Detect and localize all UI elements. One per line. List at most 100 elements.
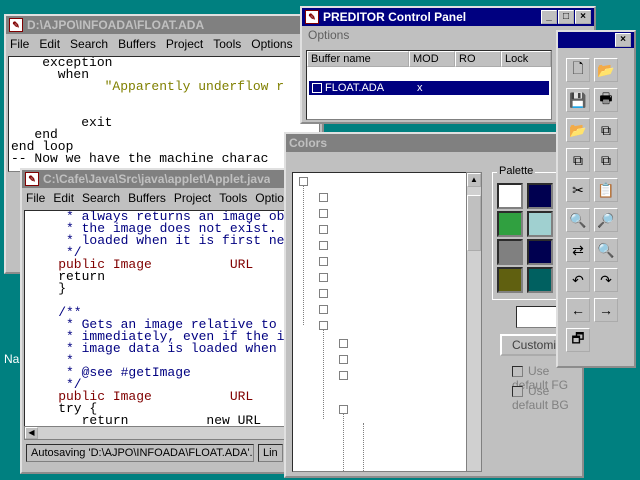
color-swatch[interactable]: [527, 239, 553, 265]
tree-node-expander[interactable]: [319, 305, 328, 314]
desktop-label: Na: [4, 352, 20, 366]
tree-node-expander[interactable]: [319, 273, 328, 282]
tree-node-expander[interactable]: [339, 355, 348, 364]
colors-window[interactable]: Colors ▲ Palette Customize Use default F…: [284, 132, 584, 478]
ada-code-area[interactable]: exception when "Apparently underflow r e…: [8, 56, 320, 172]
menu-item-search[interactable]: Search: [70, 37, 108, 51]
tree-node-expander[interactable]: [319, 289, 328, 298]
colors-titlebar[interactable]: Colors: [286, 134, 582, 152]
windows-icon[interactable]: 🗗: [566, 328, 590, 352]
forward-arrow-icon[interactable]: →: [594, 298, 618, 322]
tree-guide-line: [323, 329, 324, 419]
color-swatch[interactable]: [527, 267, 553, 293]
menu-item-tools[interactable]: Tools: [219, 191, 247, 205]
scroll-up-button[interactable]: ▲: [467, 173, 481, 187]
menu-item-buffers[interactable]: Buffers: [118, 37, 156, 51]
tree-guide-line: [363, 423, 364, 471]
tree-node-expander[interactable]: [339, 339, 348, 348]
color-swatch[interactable]: [497, 183, 523, 209]
color-tree[interactable]: [292, 172, 468, 472]
find-icon[interactable]: 🔎: [594, 208, 618, 232]
buffer-row[interactable]: FLOAT.ADA x: [309, 81, 549, 95]
scroll-left-button[interactable]: ◀: [25, 427, 38, 439]
tree-vscrollbar[interactable]: ▲: [466, 172, 482, 472]
scroll-thumb[interactable]: [467, 195, 481, 251]
search-icon[interactable]: 🔍: [566, 208, 590, 232]
tree-guide-line: [343, 413, 344, 471]
column-header[interactable]: Lock: [501, 51, 551, 67]
menu-item-tools[interactable]: Tools: [213, 37, 241, 51]
copy-file-icon[interactable]: ⧉: [594, 118, 618, 142]
control-panel-title: PREDITOR Control Panel: [323, 10, 467, 24]
menu-item-edit[interactable]: Edit: [53, 191, 74, 205]
buffer-list[interactable]: Buffer name MOD RO Lock FLOAT.ADA x: [306, 50, 552, 120]
column-header[interactable]: Buffer name: [307, 51, 409, 67]
save-icon[interactable]: 💾: [566, 88, 590, 112]
menu-item-options[interactable]: Options: [251, 37, 292, 51]
control-panel-titlebar[interactable]: ✎ PREDITOR Control Panel _ □ ×: [302, 8, 594, 26]
close-button[interactable]: ×: [575, 10, 591, 24]
toolbox-window[interactable]: × 🗋 📂 💾 🖶 📂 ⧉ ⧉ ⧉ ✂ 📋 🔍 🔎 ⇄ 🔍 ↶ ↷ ← → 🗗: [556, 30, 636, 368]
menu-item-project[interactable]: Project: [174, 191, 211, 205]
java-title: C:\Cafe\Java\Src\java\applet\Applet.java: [43, 172, 271, 186]
multi-file-icon[interactable]: ⧉: [566, 148, 590, 172]
column-header[interactable]: MOD: [409, 51, 455, 67]
find-next-icon[interactable]: 🔍: [594, 238, 618, 262]
new-file-icon[interactable]: 🗋: [566, 58, 590, 82]
java-code-area[interactable]: * always returns an image ob * the image…: [24, 210, 286, 428]
palette-group: Palette: [492, 165, 562, 300]
back-arrow-icon[interactable]: ←: [566, 298, 590, 322]
color-swatch[interactable]: [497, 267, 523, 293]
tree-node-expander[interactable]: [319, 193, 328, 202]
tree-node-expander[interactable]: [339, 371, 348, 380]
maximize-button[interactable]: □: [558, 10, 574, 24]
replace-icon[interactable]: ⇄: [566, 238, 590, 262]
java-menubar: File Edit Search Buffers Project Tools Optio: [22, 188, 288, 208]
color-swatch[interactable]: [497, 211, 523, 237]
java-hscrollbar[interactable]: ◀: [24, 426, 286, 440]
color-swatch[interactable]: [527, 211, 553, 237]
java-editor-window[interactable]: ✎ C:\Cafe\Java\Src\java\applet\Applet.ja…: [20, 168, 290, 474]
cut-icon[interactable]: ✂: [566, 178, 590, 202]
preditor-icon: ✎: [25, 172, 39, 186]
menu-item-search[interactable]: Search: [82, 191, 120, 205]
buffer-list-header: Buffer name MOD RO Lock: [307, 51, 551, 67]
menu-item-optio[interactable]: Optio: [255, 191, 284, 205]
color-swatch[interactable]: [527, 183, 553, 209]
duplicate-icon[interactable]: ⧉: [594, 148, 618, 172]
buffer-row-name: FLOAT.ADA: [325, 82, 385, 94]
options-menu[interactable]: Options: [302, 26, 594, 44]
ada-titlebar[interactable]: ✎ D:\AJPO\INFOADA\FLOAT.ADA: [6, 16, 322, 34]
use-default-bg-checkbox[interactable]: [512, 386, 523, 398]
tree-node-expander[interactable]: [319, 209, 328, 218]
toolbox-close-button[interactable]: ×: [615, 33, 631, 47]
use-default-bg-option[interactable]: Use default BG: [512, 384, 582, 412]
ada-title: D:\AJPO\INFOADA\FLOAT.ADA: [27, 18, 205, 32]
ada-menubar: File Edit Search Buffers Project Tools Options…: [6, 34, 322, 54]
control-panel-window[interactable]: ✎ PREDITOR Control Panel _ □ × Options B…: [300, 6, 596, 124]
open-icon[interactable]: 📂: [566, 118, 590, 142]
customize-button[interactable]: Customize: [500, 334, 569, 356]
toolbox-titlebar[interactable]: ×: [558, 32, 634, 48]
minimize-button[interactable]: _: [541, 10, 557, 24]
color-swatch[interactable]: [497, 239, 523, 265]
menu-item-buffers[interactable]: Buffers: [128, 191, 166, 205]
java-titlebar[interactable]: ✎ C:\Cafe\Java\Src\java\applet\Applet.ja…: [22, 170, 288, 188]
code-line: -- Now we have the machine charac: [11, 151, 269, 166]
menu-item-file[interactable]: File: [26, 191, 45, 205]
menu-item-project[interactable]: Project: [166, 37, 203, 51]
tree-node-expander[interactable]: [319, 225, 328, 234]
menu-item-file[interactable]: File: [10, 37, 29, 51]
print-icon[interactable]: 🖶: [594, 88, 618, 112]
paste-icon[interactable]: 📋: [594, 178, 618, 202]
open-folder-icon[interactable]: 📂: [594, 58, 618, 82]
menu-item-edit[interactable]: Edit: [39, 37, 60, 51]
redo-icon[interactable]: ↷: [594, 268, 618, 292]
use-default-fg-checkbox[interactable]: [512, 366, 523, 378]
tree-node-expander[interactable]: [319, 257, 328, 266]
column-header[interactable]: RO: [455, 51, 501, 67]
undo-icon[interactable]: ↶: [566, 268, 590, 292]
status-line: Lin: [258, 444, 283, 462]
tree-node-expander[interactable]: [319, 241, 328, 250]
